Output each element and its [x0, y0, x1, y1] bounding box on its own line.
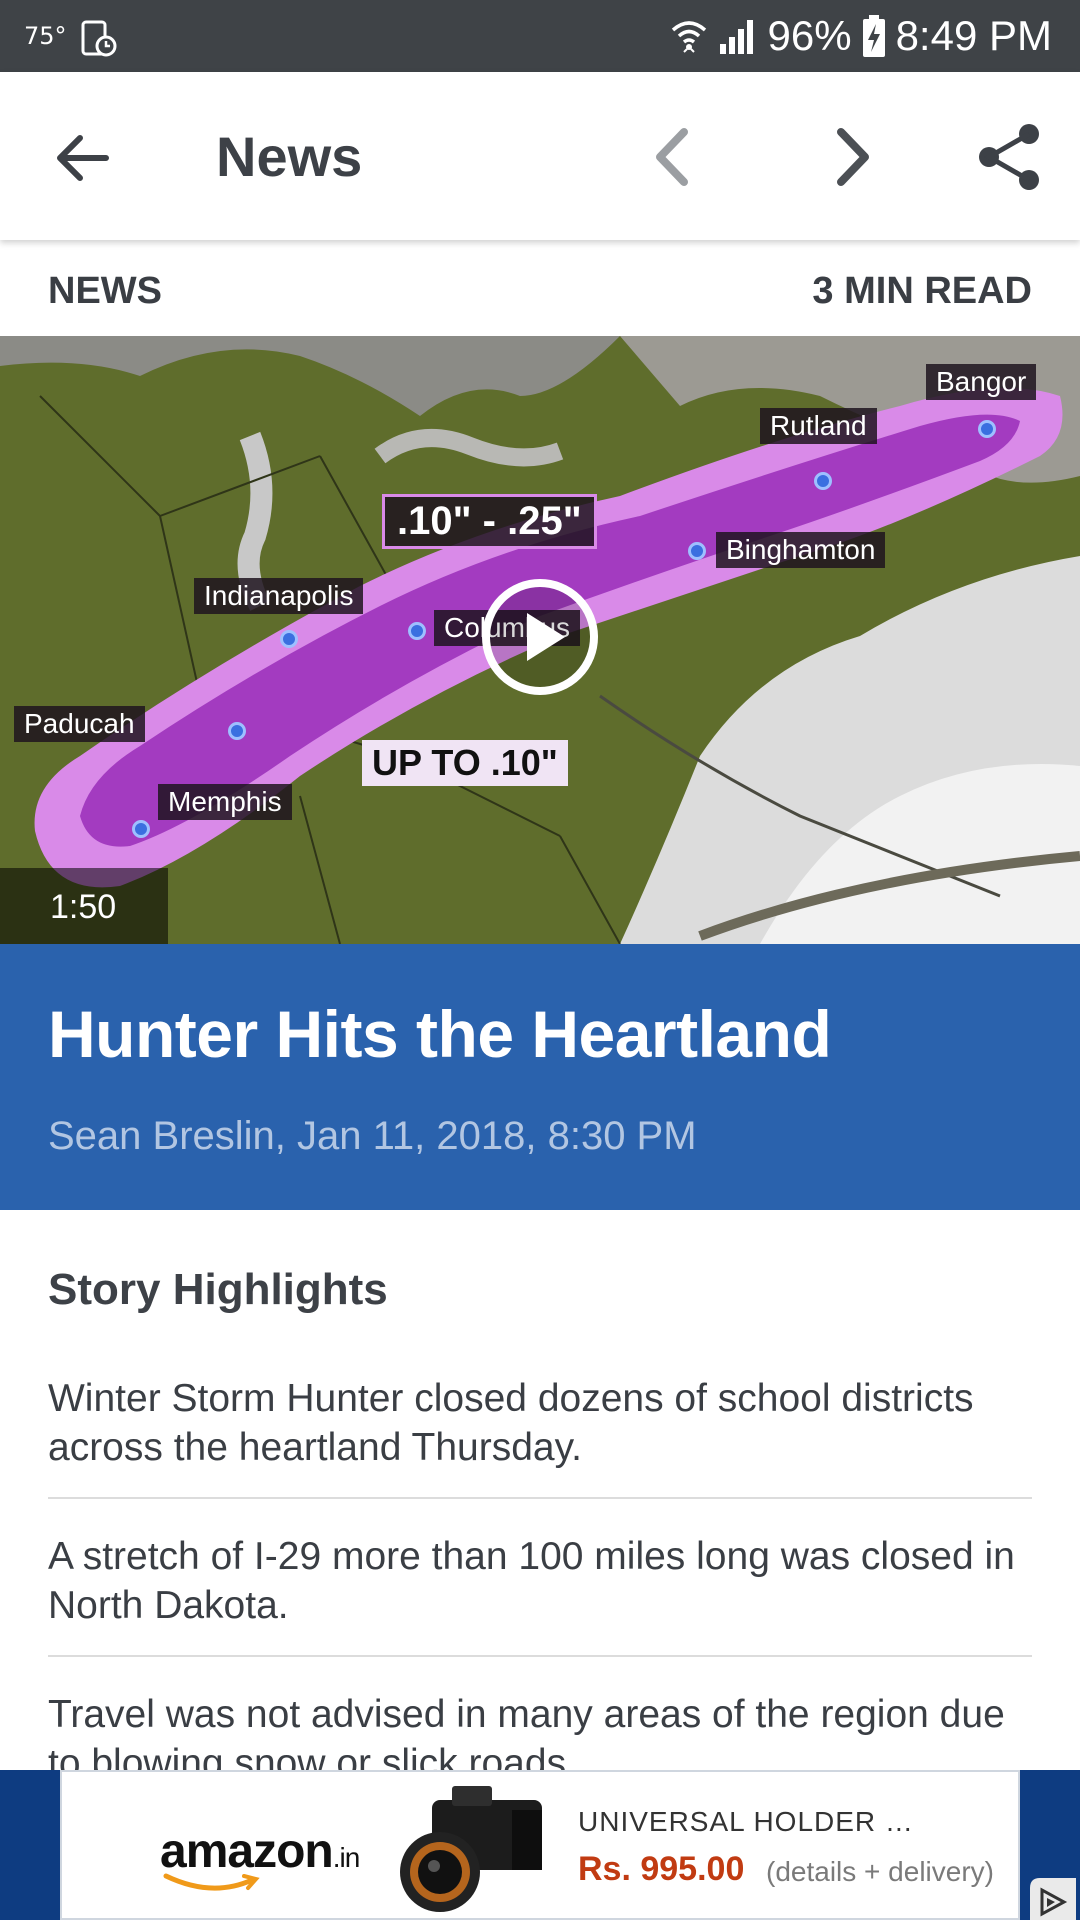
map-city-label-rutland: Rutland	[760, 408, 877, 444]
map-city-label-indianapolis: Indianapolis	[194, 578, 364, 614]
status-bar: 75° 96% 8:49 PM	[0, 0, 1080, 72]
adchoices-icon[interactable]	[1030, 1878, 1076, 1920]
map-label-range-low: UP TO .10"	[362, 740, 568, 786]
signal-icon	[719, 20, 753, 54]
city-dot-columbus	[408, 622, 426, 640]
temperature-readout: 75°	[24, 22, 67, 50]
city-dot-paducah	[228, 722, 246, 740]
highlight-item: Winter Storm Hunter closed dozens of sch…	[48, 1377, 974, 1469]
map-city-label-binghamton: Binghamton	[716, 532, 886, 568]
ad-price: Rs. 995.00	[578, 1850, 745, 1888]
ad-brand: amazon	[160, 1825, 334, 1878]
ad-delivery-note: (details + delivery)	[766, 1856, 994, 1887]
back-arrow-icon[interactable]	[50, 126, 114, 190]
chevron-right-icon[interactable]	[815, 122, 885, 192]
product-image	[400, 1786, 542, 1912]
divider	[48, 1497, 1032, 1499]
highlight-item: A stretch of I-29 more than 100 miles lo…	[48, 1535, 1015, 1627]
highlight-item: Travel was not advised in many areas of …	[48, 1693, 1005, 1770]
article-headline: Hunter Hits the Heartland	[48, 997, 832, 1071]
wifi-icon	[671, 21, 706, 53]
map-city-label-paducah: Paducah	[14, 706, 145, 742]
article-category: NEWS	[48, 270, 162, 312]
city-dot-rutland	[814, 472, 832, 490]
read-time: 3 MIN READ	[812, 270, 1032, 312]
page-title: News	[216, 125, 363, 188]
amazon-logo: amazon.in	[160, 1824, 361, 1879]
city-dot-bangor	[978, 420, 996, 438]
video-duration: 1:50	[0, 868, 168, 944]
chevron-left-icon[interactable]	[640, 122, 710, 192]
amazon-smile-icon	[163, 1873, 260, 1891]
article-byline: Sean Breslin, Jan 11, 2018, 8:30 PM	[48, 1114, 697, 1158]
ad-card[interactable]: amazon.in UNIVERSAL HOLDER … Rs. 995.00 …	[60, 1770, 1076, 1920]
map-city-label-bangor: Bangor	[926, 364, 1037, 400]
map-label-range-high: .10" - .25"	[382, 494, 597, 549]
screen-time-icon	[81, 20, 117, 57]
city-dot-binghamton	[688, 542, 706, 560]
clock: 8:49 PM	[895, 12, 1052, 59]
city-dot-indianapolis	[280, 630, 298, 648]
ad-brand-suffix: .in	[332, 1842, 361, 1873]
ad-banner[interactable]: amazon.in UNIVERSAL HOLDER … Rs. 995.00 …	[0, 1770, 1080, 1920]
share-icon[interactable]	[975, 122, 1045, 192]
story-highlights-heading: Story Highlights	[48, 1265, 388, 1314]
ad-product-name: UNIVERSAL HOLDER …	[578, 1806, 914, 1837]
app-bar: News	[0, 72, 1080, 240]
headline-block: Hunter Hits the Heartland Sean Breslin, …	[0, 944, 1080, 1210]
map-city-label-memphis: Memphis	[158, 784, 292, 820]
battery-charging-icon	[862, 15, 885, 57]
city-dot-memphis	[132, 820, 150, 838]
divider	[48, 1655, 1032, 1657]
battery-percentage: 96%	[767, 12, 852, 59]
play-icon[interactable]	[480, 577, 600, 697]
article-meta-row: NEWS 3 MIN READ	[0, 240, 1080, 336]
